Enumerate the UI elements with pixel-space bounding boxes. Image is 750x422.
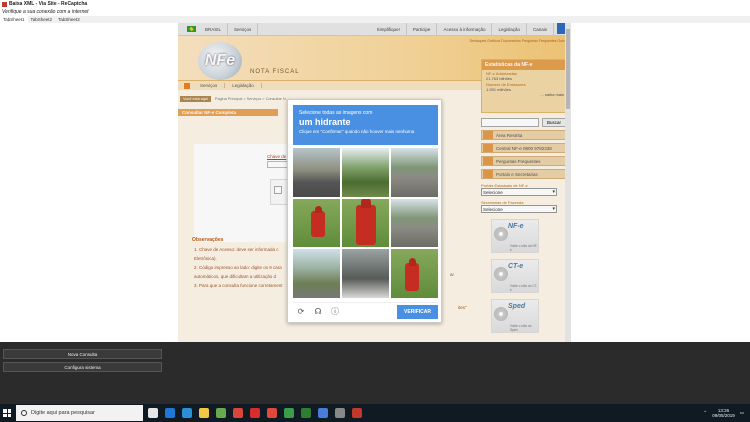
hydrant-image	[356, 198, 376, 245]
app-icon	[2, 1, 7, 7]
tab-sheet3[interactable]: TabSheet3	[55, 16, 83, 23]
tab-sheet1[interactable]: TabSheet1	[0, 16, 28, 23]
hydrant-image	[311, 205, 325, 237]
challenge-tile[interactable]	[391, 249, 438, 298]
headphones-icon[interactable]: ☊	[313, 307, 323, 317]
challenge-tile[interactable]	[293, 198, 340, 248]
challenge-tile[interactable]	[391, 198, 438, 248]
notification-icon[interactable]: ▭	[740, 410, 744, 416]
app-title: Baixa XML - Via Site - ReCaptcha	[9, 1, 88, 7]
verify-button[interactable]: VERIFICAR	[397, 304, 438, 319]
taskbar-search[interactable]: Digite aqui para pesquisar	[16, 405, 143, 421]
system-tray: ⌃ 13:26 09/05/2019 ▭	[703, 408, 750, 418]
reload-icon[interactable]: ⟳	[296, 307, 306, 317]
app-icon[interactable]	[267, 408, 277, 418]
challenge-header: Selecione todas as imagens com um hidran…	[293, 105, 438, 145]
app-bottom-panel: Nova Consulta Configura sistema	[0, 342, 750, 404]
challenge-tile[interactable]	[391, 148, 438, 197]
challenge-tile[interactable]	[342, 148, 389, 197]
embedded-browser: BRASIL Serviços Simplifique! Participe A…	[0, 23, 750, 342]
info-icon[interactable]: ⓘ	[330, 307, 340, 317]
app-icon[interactable]	[233, 408, 243, 418]
nova-consulta-button[interactable]: Nova Consulta	[3, 349, 162, 359]
challenge-tile[interactable]	[342, 198, 389, 248]
excel-icon[interactable]	[301, 408, 311, 418]
clock-date: 09/05/2019	[712, 413, 735, 418]
clock[interactable]: 13:26 09/05/2019	[712, 408, 735, 418]
hydrant-image	[405, 258, 419, 292]
recaptcha-challenge: Selecione todas as imagens com um hidran…	[287, 99, 442, 323]
challenge-hint: Clique em "Confirmar" quando não houver …	[299, 129, 415, 134]
app-icon[interactable]	[216, 408, 226, 418]
edge-icon[interactable]	[165, 408, 175, 418]
tab-sheet2[interactable]: TabSheet2	[28, 16, 56, 23]
network-icon[interactable]: ⌃	[703, 410, 707, 416]
taskbar-apps	[148, 408, 362, 418]
connection-message: Verifique a sua conexão com a internet	[0, 8, 750, 16]
calculator-icon[interactable]	[335, 408, 345, 418]
app-icon[interactable]	[318, 408, 328, 418]
task-view-icon[interactable]	[148, 408, 158, 418]
windows-start-icon[interactable]	[0, 404, 14, 422]
windows-taskbar: Digite aqui para pesquisar ⌃ 13:26 09/05…	[0, 404, 750, 422]
baixa-xml-icon[interactable]	[352, 408, 362, 418]
challenge-target: um hidrante	[299, 117, 351, 127]
app-titlebar: Baixa XML - Via Site - ReCaptcha	[0, 0, 750, 8]
cortana-icon	[21, 410, 27, 416]
chrome-icon[interactable]	[284, 408, 294, 418]
app-tabs: TabSheet1 TabSheet2 TabSheet3	[0, 16, 750, 23]
explorer-icon[interactable]	[199, 408, 209, 418]
configura-sistema-button[interactable]: Configura sistema	[3, 362, 162, 372]
challenge-tile[interactable]	[293, 148, 340, 197]
taskbar-search-placeholder: Digite aqui para pesquisar	[31, 410, 95, 416]
challenge-tile[interactable]	[342, 249, 389, 298]
challenge-footer: ⟳ ☊ ⓘ VERIFICAR	[293, 302, 438, 320]
app-icon[interactable]	[250, 408, 260, 418]
challenge-instruction: Selecione todas as imagens com	[299, 110, 373, 116]
store-icon[interactable]	[182, 408, 192, 418]
challenge-tile[interactable]	[293, 249, 340, 298]
challenge-grid	[293, 148, 438, 298]
